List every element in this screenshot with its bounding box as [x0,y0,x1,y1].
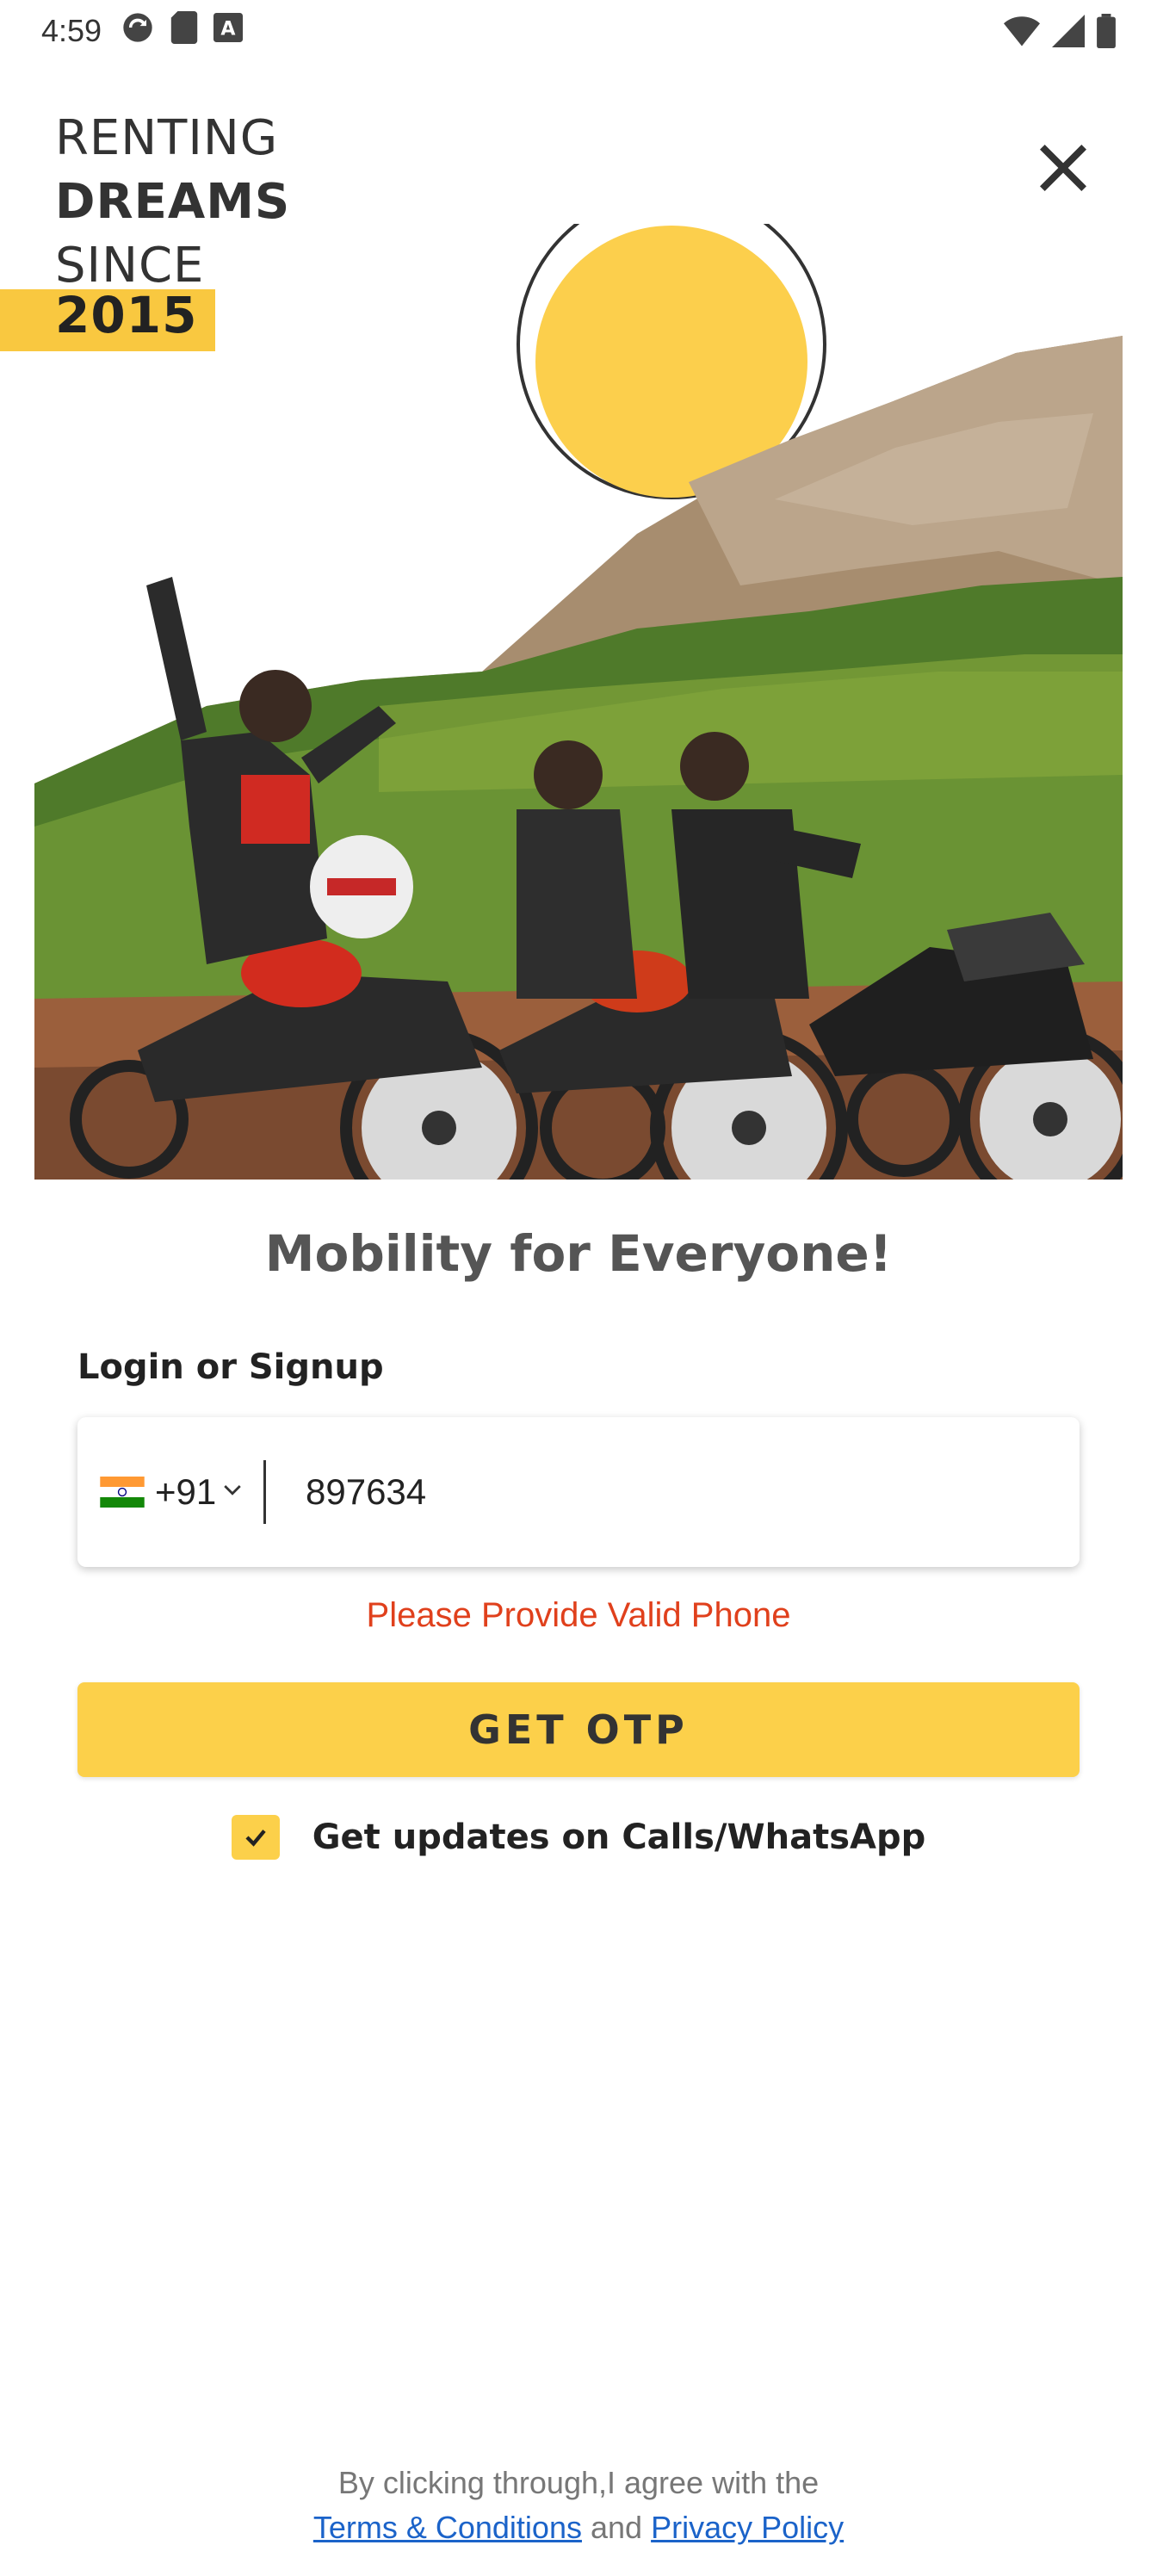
phone-error-message: Please Provide Valid Phone [366,1596,791,1634]
check-icon [245,1830,266,1847]
country-code: +91 [155,1471,217,1512]
agreement-text: By clicking through,I agree with the [337,2465,820,2500]
phone-input[interactable] [266,1417,1080,1567]
phone-field: +91 [77,1417,1080,1567]
tagline-heading: Mobility for Everyone! [264,1224,893,1283]
login-screen: 4:59 A RENTING DREAMS SINCE 2015 Mobilit… [0,0,1157,2576]
battery-icon [1097,14,1116,56]
wifi-icon [1004,15,1040,55]
signal-icon [1052,15,1085,55]
riders-illustration [34,224,1123,1180]
and-text: and [590,2510,643,2545]
status-bar: 4:59 A [0,0,1157,62]
sync-icon [121,10,155,53]
status-time: 4:59 [41,13,102,48]
text-icon: A [213,12,244,50]
login-label: Login or Signup [77,1347,384,1387]
country-code-selector[interactable]: +91 [77,1417,263,1567]
hero-banner: RENTING DREAMS SINCE 2015 [0,86,1157,1180]
terms-link[interactable]: Terms & Conditions [313,2510,582,2545]
chevron-down-icon [220,1477,245,1508]
privacy-link[interactable]: Privacy Policy [651,2510,844,2545]
get-otp-button[interactable]: GET OTP [77,1682,1080,1777]
svg-text:A: A [221,17,236,40]
updates-checkbox[interactable] [231,1815,280,1860]
updates-label: Get updates on Calls/WhatsApp [312,1817,926,1857]
close-icon [1040,145,1086,191]
india-flag-icon [100,1477,145,1508]
updates-opt-in: Get updates on Calls/WhatsApp [0,1815,1157,1860]
hero-title-line-1: RENTING [55,110,279,166]
legal-footer: By clicking through,I agree with the Ter… [0,2461,1157,2550]
close-button[interactable] [1024,129,1102,207]
sd-card-icon [170,10,198,52]
